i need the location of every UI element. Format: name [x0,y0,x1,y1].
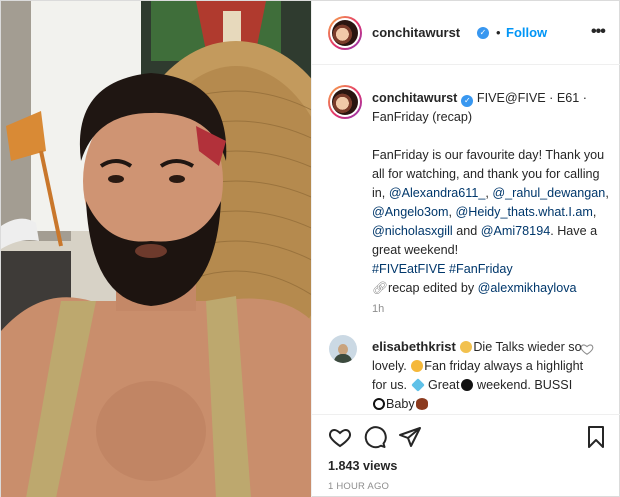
instagram-post: conchitawurst ✓ • Follow ••• conchitawur… [0,0,620,497]
header-separator: • [496,25,501,40]
caption-time[interactable]: 1h [372,303,384,315]
post-caption: conchitawurst ✓ FIVE@FIVE · E61 · FanFrid… [372,89,610,298]
post-media-video[interactable] [1,1,311,497]
panda-emoji [373,398,385,410]
mention-link[interactable]: @nicholasxgill [372,224,453,238]
caption-username[interactable]: conchitawurst [372,91,457,105]
comment-icon[interactable] [363,425,387,449]
mention-link[interactable]: @alexmikhaylova [478,281,577,295]
rugby-ball-emoji [415,398,428,410]
link-icon: 🔗︎ [372,281,388,295]
author-avatar[interactable] [328,16,362,50]
clapping-hands-emoji [411,360,424,372]
post-actions: 1.843 views 1 HOUR AGO [312,414,620,497]
gem-emoji [410,378,425,392]
comment-text-4: weekend. BUSSI [477,378,573,392]
hashtag-link[interactable]: #FIVEatFIVE [372,262,446,276]
caption-body: FanFriday is our favourite day! Thank yo… [372,148,609,295]
mention-link[interactable]: @Ami78194 [481,224,551,238]
mention-link[interactable]: @Heidy_thats.what.I.am [456,205,593,219]
caption-title-line: conchitawurst ✓ FIVE@FIVE · E61 · FanFrid… [372,89,610,127]
verified-badge-icon: ✓ [477,27,489,39]
ok-hand-emoji [460,341,473,353]
comment-text-5: Baby [386,397,415,411]
video-frame-illustration [1,1,311,497]
comment-item: elisabethkrist Die Talks wieder so lovel… [372,337,586,414]
comment-like-heart-icon[interactable] [580,342,594,356]
black-heart-emoji [460,379,473,391]
post-timestamp[interactable]: 1 HOUR AGO [328,481,389,492]
post-header: conchitawurst ✓ • Follow ••• [312,1,620,65]
mention-link[interactable]: @_rahul_dewangan [492,186,605,200]
more-options-icon[interactable]: ••• [591,23,606,41]
caption-author-avatar[interactable] [328,85,362,119]
recap-text: recap edited by [388,281,475,295]
hashtag-link[interactable]: #FanFriday [449,262,513,276]
commenter-avatar[interactable] [329,335,357,363]
bookmark-icon[interactable] [584,425,608,449]
view-count[interactable]: 1.843 views [328,459,397,473]
share-icon[interactable] [398,425,422,449]
caption-verified-badge-icon: ✓ [461,95,474,107]
mention-link[interactable]: @Alexandra611_ [389,186,486,200]
mention-link[interactable]: @Angelo3om [372,205,449,219]
comment-text-3: Great [428,378,460,392]
author-username[interactable]: conchitawurst [372,25,460,40]
post-side-panel: conchitawurst ✓ • Follow ••• conchitawur… [311,1,620,497]
heart-icon[interactable] [328,425,352,449]
commenter-username[interactable]: elisabethkrist [372,339,456,354]
follow-button[interactable]: Follow [506,25,547,40]
